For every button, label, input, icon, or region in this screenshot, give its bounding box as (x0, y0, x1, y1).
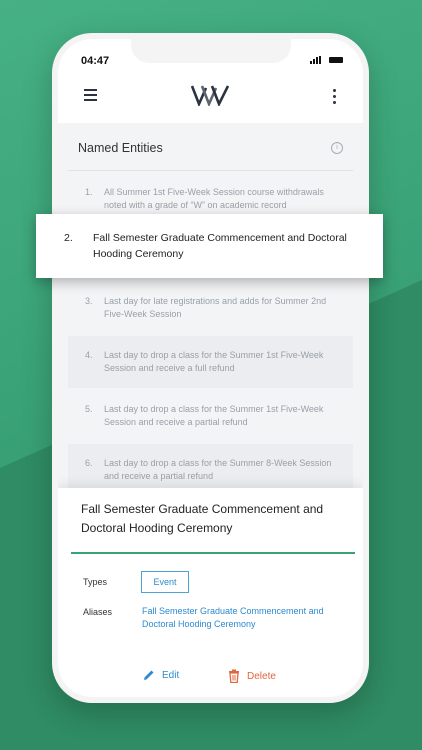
menu-icon[interactable] (84, 89, 97, 104)
list-item-number: 6. (85, 458, 93, 468)
type-chip[interactable]: Event (141, 571, 189, 593)
list-item-number: 2. (64, 232, 73, 244)
list-item-number: 4. (85, 350, 93, 360)
delete-label: Delete (247, 670, 276, 682)
screen: 04:47 Named Entities i 1. All Summer 1st… (58, 39, 363, 697)
edit-button[interactable]: Edit (143, 669, 179, 681)
panel-header: Named Entities i (68, 123, 353, 171)
delete-button[interactable]: Delete (228, 669, 276, 683)
aliases-label: Aliases (83, 607, 113, 617)
list-item-text: All Summer 1st Five-Week Session course … (104, 187, 324, 210)
more-vertical-icon[interactable] (333, 89, 336, 104)
entity-detail-sheet: Fall Semester Graduate Commencement and … (58, 488, 363, 697)
edit-label: Edit (162, 669, 180, 681)
info-icon[interactable]: i (331, 142, 343, 154)
aliases-link[interactable]: Fall Semester Graduate Commencement and … (142, 605, 332, 631)
list-item-text: Last day to drop a class for the Summer … (104, 458, 332, 481)
list-item-number: 3. (85, 296, 93, 306)
status-icons (310, 56, 343, 64)
status-time: 04:47 (81, 55, 110, 67)
list-item-number: 5. (85, 404, 93, 414)
battery-icon (329, 57, 343, 63)
list-item[interactable]: 5. Last day to drop a class for the Summ… (68, 390, 353, 442)
list-item-text: Last day to drop a class for the Summer … (104, 404, 324, 427)
panel-title: Named Entities (78, 141, 163, 155)
list-item-text: Last day to drop a class for the Summer … (104, 350, 324, 373)
signal-icon (310, 56, 321, 64)
detail-title: Fall Semester Graduate Commencement and … (81, 502, 324, 535)
types-label: Types (83, 577, 108, 587)
notch (131, 39, 291, 63)
logo (191, 85, 229, 106)
list-item-text: Fall Semester Graduate Commencement and … (93, 232, 347, 260)
pencil-icon (144, 670, 154, 680)
app-bar (58, 71, 363, 123)
selected-entity-card[interactable]: 2. Fall Semester Graduate Commencement a… (36, 214, 383, 278)
list-item-text: Last day for late registrations and adds… (104, 296, 327, 319)
list-item-number: 1. (85, 187, 93, 197)
divider (71, 552, 355, 554)
list-item[interactable]: 4. Last day to drop a class for the Summ… (68, 336, 353, 388)
phone-frame: 04:47 Named Entities i 1. All Summer 1st… (52, 33, 369, 703)
trash-icon (229, 669, 239, 683)
list-item[interactable]: 3. Last day for late registrations and a… (68, 282, 353, 334)
